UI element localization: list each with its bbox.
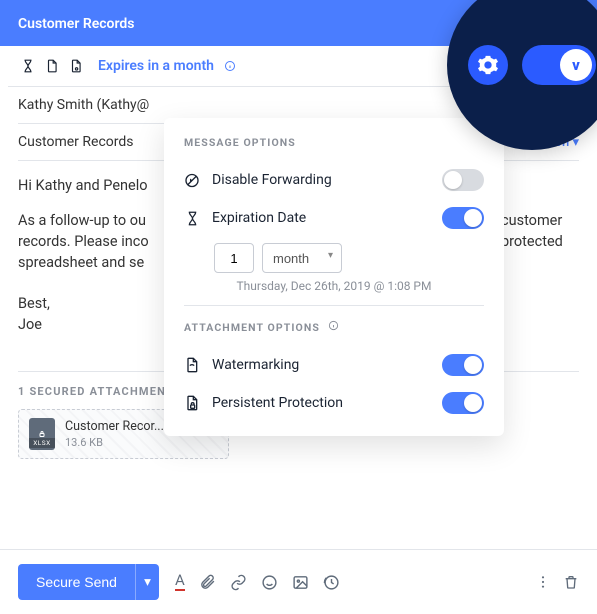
file-lock-icon [184, 395, 200, 411]
expiration-option: Expiration Date [184, 199, 484, 237]
no-forward-icon [184, 172, 200, 188]
watermark-toggle[interactable] [442, 354, 484, 376]
info-icon[interactable] [328, 320, 339, 334]
image-icon[interactable] [292, 574, 309, 591]
file-watermark-icon [184, 357, 200, 373]
to-field: Kathy Smith (Kathy@ [18, 97, 149, 113]
expires-label[interactable]: Expires in a month [98, 58, 214, 74]
file-watermark-icon[interactable] [44, 58, 60, 74]
file-lock-icon[interactable] [68, 58, 84, 74]
watermarking-option: Watermarking [184, 346, 484, 384]
schedule-icon[interactable] [323, 574, 340, 591]
attachment-size: 13.6 KB [65, 436, 214, 449]
file-xlsx-icon: XLSX [29, 418, 55, 450]
attach-icon[interactable] [199, 574, 216, 591]
persistent-protection-option: Persistent Protection [184, 384, 484, 422]
forward-toggle[interactable] [442, 169, 484, 191]
title-text: Customer Records [18, 16, 134, 32]
send-dropdown-button[interactable]: ▾ [135, 564, 159, 600]
message-options-header: MESSAGE OPTIONS [184, 136, 484, 149]
extension-toggle[interactable]: v [522, 45, 596, 85]
compose-window: v Customer Records Expires in a month [0, 0, 597, 614]
emoji-icon[interactable] [261, 574, 278, 591]
disable-forwarding-option: Disable Forwarding [184, 161, 484, 199]
compose-footer: Secure Send ▾ A [0, 549, 597, 614]
subject-field: Customer Records [18, 134, 134, 150]
hourglass-icon [184, 210, 200, 226]
secure-send-button[interactable]: Secure Send [18, 564, 135, 600]
gear-icon[interactable] [468, 45, 508, 85]
toggle-knob-icon: v [560, 49, 592, 81]
text-color-icon[interactable]: A [175, 573, 185, 591]
more-icon[interactable] [535, 574, 551, 590]
hourglass-icon[interactable] [20, 58, 36, 74]
link-icon[interactable] [230, 574, 247, 591]
expiration-value-input[interactable] [214, 243, 254, 273]
expiration-unit-select[interactable]: month [262, 243, 342, 273]
trash-icon[interactable] [563, 574, 579, 590]
expiration-toggle[interactable] [442, 207, 484, 229]
expiration-resolved-time: Thursday, Dec 26th, 2019 @ 1:08 PM [184, 279, 484, 293]
security-options-panel: MESSAGE OPTIONS Disable Forwarding Expir… [164, 118, 504, 436]
persistent-toggle[interactable] [442, 392, 484, 414]
info-icon[interactable] [222, 58, 238, 74]
attachment-options-header: ATTACHMENT OPTIONS [184, 320, 484, 334]
